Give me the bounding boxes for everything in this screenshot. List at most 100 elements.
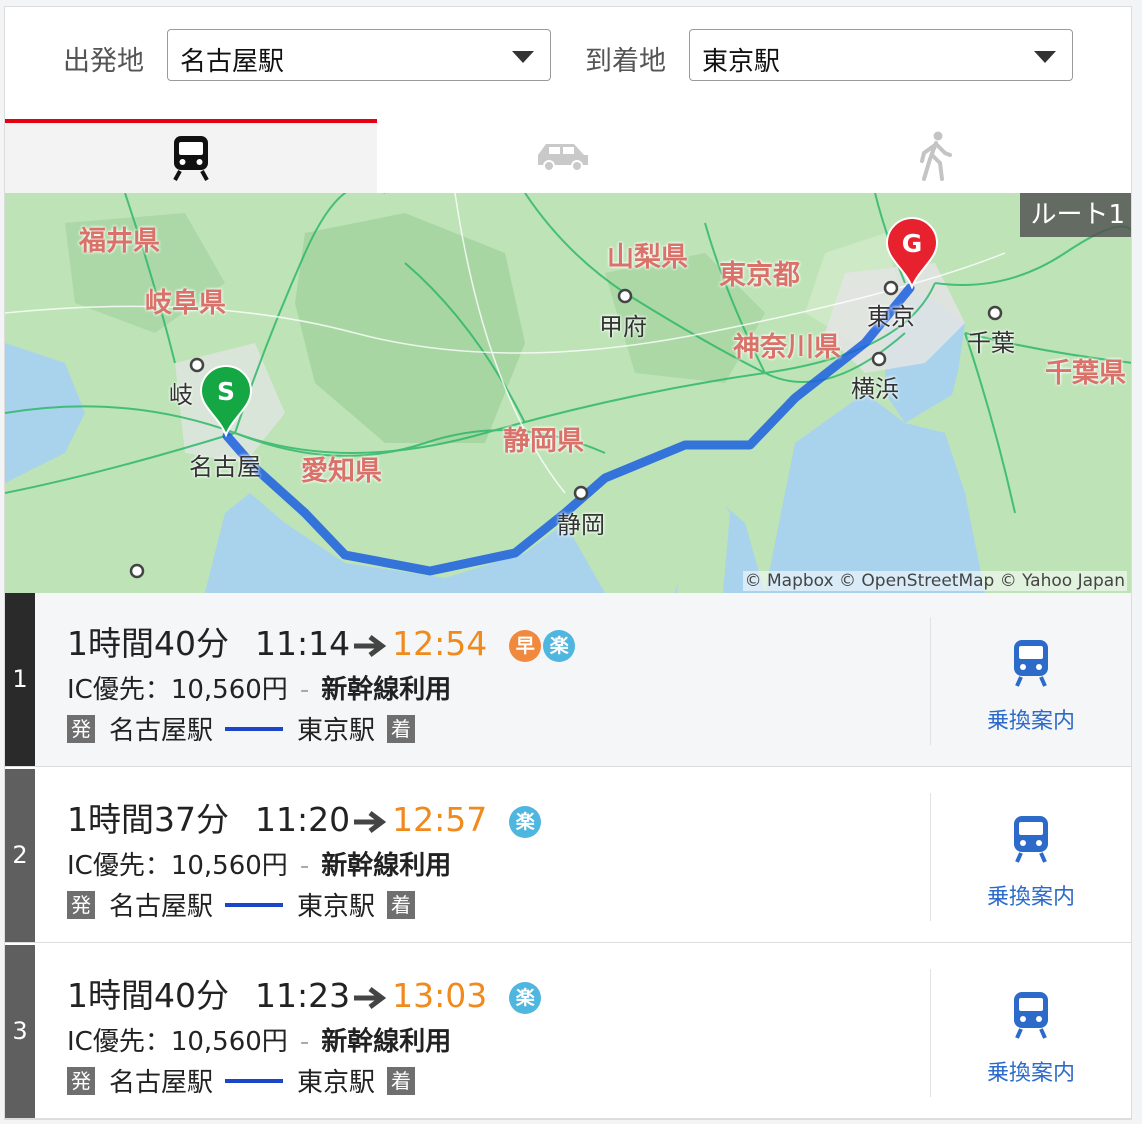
origin-label: 出発地 xyxy=(63,46,144,77)
arrive-tag: 着 xyxy=(387,890,416,919)
destination-label: 到着地 xyxy=(585,46,666,77)
transfer-guide-label: 乗換案内 xyxy=(986,1061,1075,1086)
route-search-panel: 出発地 名古屋駅 到着地 東京駅 福井県 岐阜県 山梨県 東京都 神奈川県 千葉… xyxy=(4,6,1132,1120)
from-station: 名古屋駅 xyxy=(109,716,214,746)
route-times: 1時間40分 11:14 12:54 早楽 xyxy=(67,617,576,665)
route-item[interactable]: 1 1時間40分 11:14 12:54 早楽 IC優先：10,560円 - 新幹線利用 … xyxy=(5,593,1131,767)
route-line-segment xyxy=(225,1078,284,1083)
search-bar: 出発地 名古屋駅 到着地 東京駅 xyxy=(5,7,1131,121)
map-label-yamanashi: 山梨県 xyxy=(607,242,688,273)
route-duration: 1時間40分 xyxy=(67,976,229,1015)
divider: - xyxy=(299,675,310,705)
tab-train[interactable] xyxy=(5,119,377,193)
goal-marker[interactable]: G xyxy=(885,217,939,293)
walk-icon xyxy=(920,131,952,181)
train-icon xyxy=(1014,640,1048,687)
map-city-nagoya: 名古屋 xyxy=(189,453,261,481)
arrive-tag: 着 xyxy=(387,1066,416,1095)
train-icon xyxy=(1014,992,1048,1039)
route-feature: 新幹線利用 xyxy=(321,1027,452,1057)
arrive-time: 12:54 xyxy=(392,624,488,663)
from-station: 名古屋駅 xyxy=(109,1068,214,1098)
easy-badge: 楽 xyxy=(543,629,576,662)
from-station: 名古屋駅 xyxy=(109,892,214,922)
route-feature: 新幹線利用 xyxy=(321,675,452,705)
to-station: 東京駅 xyxy=(297,716,376,746)
route-stations: 発名古屋駅 東京駅着 xyxy=(67,886,416,923)
car-icon xyxy=(538,144,588,171)
goal-marker-label: G xyxy=(901,229,923,258)
fastest-badge: 早 xyxy=(509,629,542,662)
map-city-kofu: 甲府 xyxy=(599,313,647,341)
route-line-segment xyxy=(225,902,284,907)
chevron-down-icon xyxy=(512,51,534,63)
route-times: 1時間40分 11:23 13:03 楽 xyxy=(67,969,542,1017)
route-item[interactable]: 3 1時間40分 11:23 13:03 楽 IC優先：10,560円 - 新幹線利用 発… xyxy=(5,945,1131,1119)
route-stations: 発名古屋駅 東京駅着 xyxy=(67,710,416,747)
origin-value: 名古屋駅 xyxy=(180,47,285,77)
map-label-chiba-ken: 千葉県 xyxy=(1045,358,1126,389)
transfer-guide-label: 乗換案内 xyxy=(986,885,1075,910)
arrow-right-icon xyxy=(354,634,387,657)
map-attribution[interactable]: © Mapbox © OpenStreetMap © Yahoo Japan xyxy=(742,571,1127,591)
map-label-aichi: 愛知県 xyxy=(301,456,382,487)
route-rank: 1 xyxy=(5,593,35,766)
route-fare: IC優先：10,560円 - 新幹線利用 xyxy=(67,1021,451,1058)
route-times: 1時間37分 11:20 12:57 楽 xyxy=(67,793,542,841)
route-map[interactable]: 福井県 岐阜県 山梨県 東京都 神奈川県 千葉県 静岡県 愛知県 甲府 東京 千… xyxy=(5,193,1131,593)
route-duration: 1時間37分 xyxy=(67,800,229,839)
to-station: 東京駅 xyxy=(297,892,376,922)
depart-time: 11:14 xyxy=(255,624,351,663)
mode-tabs xyxy=(5,119,1131,193)
tab-car[interactable] xyxy=(377,119,749,193)
depart-time: 11:23 xyxy=(255,976,351,1015)
route-duration: 1時間40分 xyxy=(67,624,229,663)
transfer-guide-button[interactable]: 乗換案内 xyxy=(930,793,1131,921)
depart-time: 11:20 xyxy=(255,800,351,839)
map-city-yokohama: 横浜 xyxy=(851,375,899,403)
route-feature: 新幹線利用 xyxy=(321,851,452,881)
fare-label: IC優先：10,560円 xyxy=(67,851,288,881)
map-label-shizuoka-ken: 静岡県 xyxy=(503,426,584,457)
destination-value: 東京駅 xyxy=(702,47,781,77)
transfer-guide-button[interactable]: 乗換案内 xyxy=(930,617,1131,745)
route-fare: IC優先：10,560円 - 新幹線利用 xyxy=(67,845,451,882)
route-stations: 発名古屋駅 東京駅着 xyxy=(67,1062,416,1099)
transfer-guide-label: 乗換案内 xyxy=(986,709,1075,734)
easy-badge: 楽 xyxy=(509,981,542,1014)
chevron-down-icon xyxy=(1034,51,1056,63)
depart-tag: 発 xyxy=(67,890,95,919)
divider: - xyxy=(299,851,310,881)
arrow-right-icon xyxy=(354,810,387,833)
route-line-segment xyxy=(225,726,284,731)
map-city-chiba: 千葉 xyxy=(967,329,1015,357)
map-label-fukui: 福井県 xyxy=(79,226,160,257)
transfer-guide-button[interactable]: 乗換案内 xyxy=(930,969,1131,1097)
arrive-tag: 着 xyxy=(387,714,416,743)
map-city-gifu: 岐 xyxy=(169,381,193,409)
destination-select[interactable]: 東京駅 xyxy=(689,29,1073,81)
start-marker[interactable]: S xyxy=(199,365,253,441)
route-rank: 3 xyxy=(5,945,35,1118)
start-marker-label: S xyxy=(216,377,235,406)
route-rank: 2 xyxy=(5,769,35,942)
map-label-gifu: 岐阜県 xyxy=(145,288,226,319)
fare-label: IC優先：10,560円 xyxy=(67,675,288,705)
map-label-tokyo-to: 東京都 xyxy=(719,260,800,291)
train-icon xyxy=(1014,816,1048,863)
to-station: 東京駅 xyxy=(297,1068,376,1098)
tab-walk[interactable] xyxy=(749,119,1121,193)
depart-tag: 発 xyxy=(67,1066,95,1095)
arrive-time: 13:03 xyxy=(392,976,488,1015)
route-item[interactable]: 2 1時間37分 11:20 12:57 楽 IC優先：10,560円 - 新幹線利用 発… xyxy=(5,769,1131,943)
route-badge: ルート1 xyxy=(1020,193,1131,237)
map-label-kanagawa: 神奈川県 xyxy=(733,332,841,363)
map-city-tokyo: 東京 xyxy=(867,303,915,331)
train-icon xyxy=(173,136,209,181)
arrow-right-icon xyxy=(354,986,387,1009)
fare-label: IC優先：10,560円 xyxy=(67,1027,288,1057)
route-fare: IC優先：10,560円 - 新幹線利用 xyxy=(67,669,451,706)
arrive-time: 12:57 xyxy=(392,800,488,839)
depart-tag: 発 xyxy=(67,714,95,743)
origin-select[interactable]: 名古屋駅 xyxy=(167,29,551,81)
